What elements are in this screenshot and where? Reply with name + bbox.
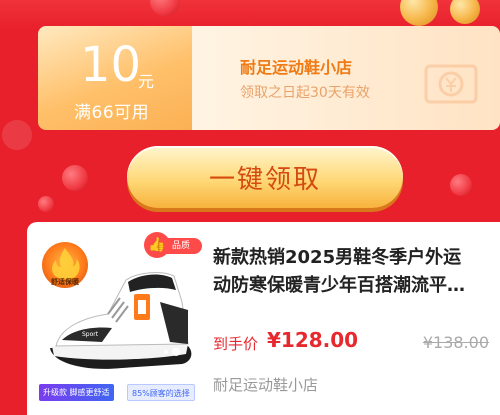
coupon-info-panel: 耐足运动鞋小店 领取之日起30天有效 (192, 26, 500, 130)
quality-tag: 品质升级 👍 (144, 232, 202, 267)
coupon-amount-unit: 元 (138, 72, 155, 91)
product-title[interactable]: 新款热销2025男鞋冬季户外运 动防寒保暖青少年百搭潮流平… (213, 244, 493, 300)
coupon-card[interactable]: 10 元 满66可用 耐足运动鞋小店 领取之日起30天有效 (38, 26, 500, 130)
coupon-validity: 领取之日起30天有效 (240, 85, 370, 101)
decor-red-ball (450, 174, 472, 196)
svg-text:Sport: Sport (82, 331, 99, 338)
feature-tag-upgrade: 升级款 脚感更舒适 (39, 384, 114, 401)
coupon-amount: 10 (80, 37, 142, 93)
coupon-shop-name: 耐足运动鞋小店 (240, 58, 353, 77)
coupon-condition: 满66可用 (74, 103, 150, 123)
thumbs-up-icon: 👍 (144, 232, 170, 258)
coupon-value-panel: 10 元 满66可用 (38, 26, 192, 130)
feature-tag-rating: 85%顾客的选择 (127, 384, 195, 401)
product-shop-name[interactable]: 耐足运动鞋小店 (213, 374, 318, 395)
coupon-watermark-icon (424, 64, 478, 104)
claim-all-button[interactable]: 一键领取 (127, 146, 403, 208)
decor-bubble (2, 120, 32, 150)
price-row: 到手价 ¥128.00 ¥138.00 (213, 326, 493, 356)
product-title-line: 动防寒保暖青少年百搭潮流平… (213, 275, 465, 296)
price-label: 到手价 (213, 335, 259, 353)
original-price: ¥138.00 (422, 333, 489, 352)
product-price: ¥128.00 (267, 328, 359, 352)
product-title-line: 新款热销2025男鞋冬季户外运 (213, 247, 462, 268)
product-card[interactable]: 舒适保暖 品质升级 👍 Sport 新款热销2025男鞋冬季户外运 动防寒保暖青… (27, 222, 500, 415)
product-image[interactable]: Sport (42, 262, 197, 377)
decor-red-ball (38, 196, 54, 212)
decor-red-ball (62, 165, 88, 191)
